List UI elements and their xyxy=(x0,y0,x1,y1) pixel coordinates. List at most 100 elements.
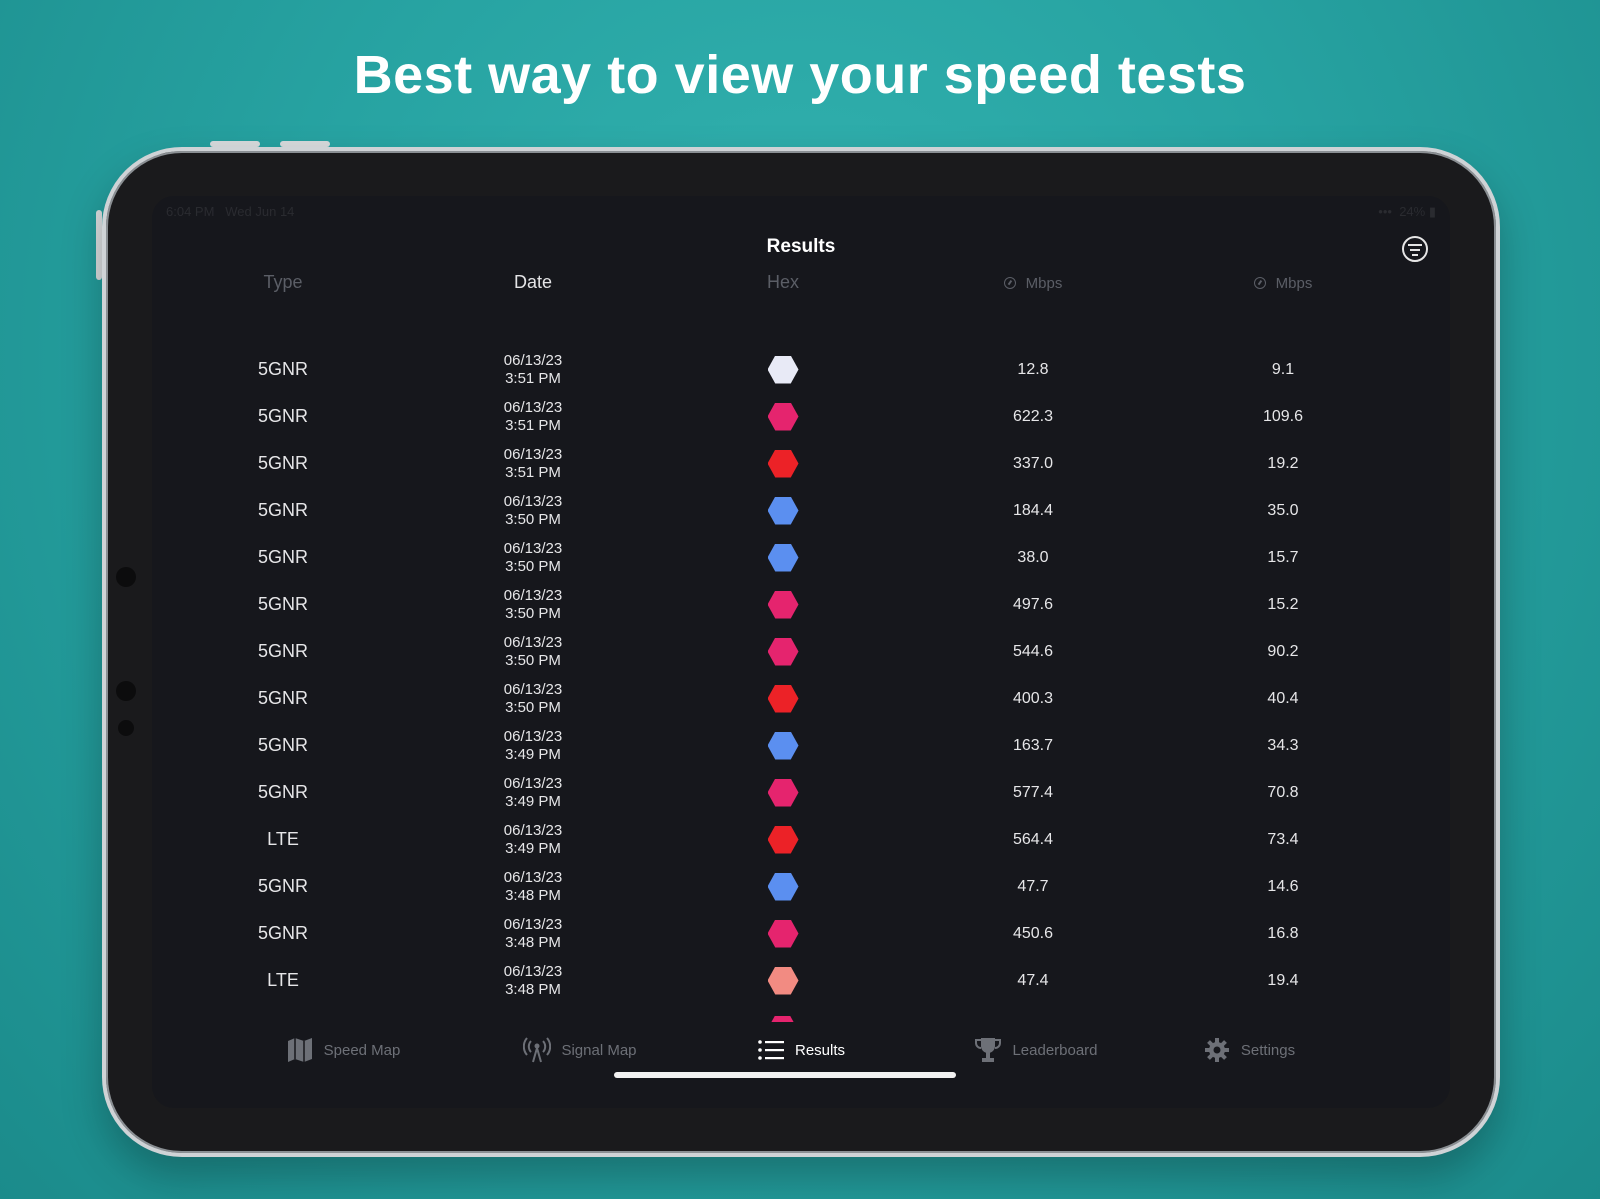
cell-download: 497.6 xyxy=(1012,595,1054,613)
table-row[interactable]: 5GNR 06/13/23 3:51 PM 337.0 19.2 xyxy=(152,440,1450,487)
camera-dot xyxy=(116,681,136,701)
tab-speed-map[interactable]: Speed Map xyxy=(215,1030,471,1070)
sensor-dot xyxy=(118,720,134,736)
cell-type: 5GNR xyxy=(257,688,308,708)
table-row[interactable]: 5GNR 06/13/23 3:49 PM 163.7 34.3 xyxy=(152,722,1450,769)
cell-date-day: 06/13/23 xyxy=(503,445,563,463)
app-screen: 6:04 PM Wed Jun 14 ••• 24% ▮ Results Typ… xyxy=(152,196,1450,1108)
tab-label: Signal Map xyxy=(561,1041,637,1059)
cell-date-time: 3:51 PM xyxy=(505,369,561,387)
cell-upload: 90.2 xyxy=(1267,642,1299,660)
table-row[interactable]: 5GNR 06/13/23 3:48 PM 47.7 14.6 xyxy=(152,863,1450,910)
column-header-date[interactable]: Date xyxy=(405,272,661,293)
cell-date-day: 06/13/23 xyxy=(503,727,563,745)
column-header-download[interactable]: Mbps xyxy=(905,272,1161,293)
cell-download: 544.6 xyxy=(1012,642,1054,660)
cell-upload: 73.4 xyxy=(1267,830,1299,848)
status-time: 6:04 PM xyxy=(166,204,215,219)
tab-label: Leaderboard xyxy=(1012,1041,1098,1059)
cell-hex xyxy=(655,440,911,487)
cell-hex xyxy=(655,534,911,581)
cell-type: 5GNR xyxy=(257,547,308,567)
cell-date: 06/13/23 3:51 PM xyxy=(405,346,661,393)
cell-hex xyxy=(655,769,911,816)
cell-date: 06/13/23 3:50 PM xyxy=(405,581,661,628)
column-header-hex[interactable]: Hex xyxy=(655,272,911,293)
table-row[interactable]: 5GNR 06/13/23 3:48 PM 450.6 16.8 xyxy=(152,910,1450,957)
cell-hex xyxy=(655,863,911,910)
cell-hex xyxy=(655,393,911,440)
map-icon xyxy=(286,1037,314,1063)
cell-type: 5GNR xyxy=(257,735,308,755)
home-indicator[interactable] xyxy=(614,1072,956,1078)
table-row[interactable]: 5GNR 06/13/23 3:50 PM 400.3 40.4 xyxy=(152,675,1450,722)
table-row[interactable]: 5GNR 06/13/23 3:50 PM 184.4 35.0 xyxy=(152,487,1450,534)
table-row[interactable]: 5GNR 06/13/23 3:51 PM 12.8 9.1 xyxy=(152,346,1450,393)
hex-icon xyxy=(767,355,799,384)
cell-download: 450.6 xyxy=(1012,924,1054,942)
table-row[interactable]: 5GNR 06/13/23 3:50 PM 544.6 90.2 xyxy=(152,628,1450,675)
cell-date-day: 06/13/23 xyxy=(503,492,563,510)
cell-date: 06/13/23 3:49 PM xyxy=(405,722,661,769)
cell-type: 5GNR xyxy=(257,641,308,661)
cell-date: 06/13/23 3:50 PM xyxy=(405,487,661,534)
upload-gauge-icon xyxy=(1253,277,1266,289)
column-header-upload[interactable]: Mbps xyxy=(1155,272,1411,293)
cell-date-day: 06/13/23 xyxy=(503,398,563,416)
cell-type: 5GNR xyxy=(257,923,308,943)
cell-date-time: 3:51 PM xyxy=(505,463,561,481)
column-header-type[interactable]: Type xyxy=(155,272,411,293)
cell-upload: 9.1 xyxy=(1271,360,1295,378)
download-gauge-icon xyxy=(1003,277,1016,289)
table-row[interactable]: 5GNR 06/13/23 3:51 PM 622.3 109.6 xyxy=(152,393,1450,440)
cell-date-time: 3:50 PM xyxy=(505,698,561,716)
table-row[interactable]: LTE 06/13/23 3:48 PM 47.4 19.4 xyxy=(152,957,1450,1004)
table-row[interactable]: 5GNR 06/13/23 3:50 PM 497.6 15.2 xyxy=(152,581,1450,628)
table-row[interactable]: 5GNR 06/13/23 3:50 PM 38.0 15.7 xyxy=(152,534,1450,581)
battery-level: 24% xyxy=(1399,204,1426,219)
table-row[interactable]: 5GNR 06/13/23 3:49 PM 577.4 70.8 xyxy=(152,769,1450,816)
cell-type: 5GNR xyxy=(257,406,308,426)
cell-hex xyxy=(655,581,911,628)
hex-icon xyxy=(767,778,799,807)
cell-download: 12.8 xyxy=(1017,360,1049,378)
cell-upload: 14.6 xyxy=(1267,877,1299,895)
hex-icon xyxy=(767,825,799,854)
cell-upload: 15.7 xyxy=(1267,548,1299,566)
cell-date-day: 06/13/23 xyxy=(503,868,563,886)
cell-download: 622.3 xyxy=(1012,407,1054,425)
cell-type: LTE xyxy=(267,970,299,990)
tab-results[interactable]: Results xyxy=(673,1030,929,1070)
tab-label: Settings xyxy=(1240,1041,1296,1059)
cell-upload: 34.3 xyxy=(1267,736,1299,754)
camera-dot xyxy=(116,567,136,587)
cell-upload: 19.2 xyxy=(1267,454,1299,472)
page-title: Results xyxy=(766,236,836,257)
cell-type: LTE xyxy=(267,829,299,849)
tab-settings[interactable]: Settings xyxy=(1121,1030,1377,1070)
hex-icon xyxy=(767,449,799,478)
cell-date-day: 06/13/23 xyxy=(503,774,563,792)
cell-date-time: 3:48 PM xyxy=(505,980,561,998)
tab-signal-map[interactable]: Signal Map xyxy=(452,1030,708,1070)
filter-button[interactable] xyxy=(1402,236,1428,262)
cell-date-time: 3:50 PM xyxy=(505,557,561,575)
cell-type: 5GNR xyxy=(257,782,308,802)
cell-download: 564.4 xyxy=(1012,830,1054,848)
hex-icon xyxy=(767,872,799,901)
cell-date-time: 3:50 PM xyxy=(505,604,561,622)
cell-date-time: 3:48 PM xyxy=(505,886,561,904)
cell-upload: 109.6 xyxy=(1262,407,1304,425)
cell-date: 06/13/23 3:48 PM xyxy=(405,863,661,910)
cell-date-day: 06/13/23 xyxy=(503,633,563,651)
status-bar: 6:04 PM Wed Jun 14 ••• 24% ▮ xyxy=(166,204,1436,222)
cell-date: 06/13/23 3:50 PM xyxy=(405,628,661,675)
hex-icon xyxy=(767,402,799,431)
cell-date: 06/13/23 3:48 PM xyxy=(405,910,661,957)
cell-date: 06/13/23 3:51 PM xyxy=(405,393,661,440)
cell-upload: 19.4 xyxy=(1267,971,1299,989)
table-row[interactable]: LTE 06/13/23 3:49 PM 564.4 73.4 xyxy=(152,816,1450,863)
cell-type: 5GNR xyxy=(257,876,308,896)
antenna-icon xyxy=(523,1037,552,1063)
hex-icon xyxy=(767,919,799,948)
